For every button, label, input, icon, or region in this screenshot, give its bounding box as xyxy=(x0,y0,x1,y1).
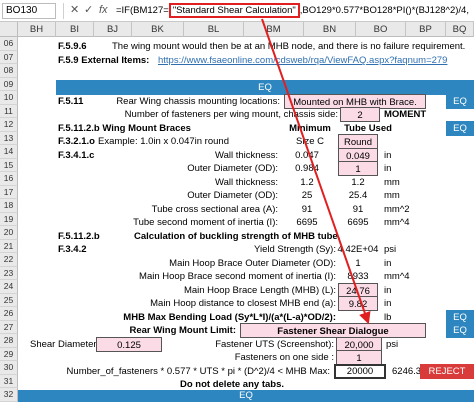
formula-input[interactable]: =IF(BM127= "Standard Shear Calculation" ,B… xyxy=(116,3,469,18)
row-header[interactable]: 27 xyxy=(0,320,18,334)
row-text: Yield Strength (Sy): xyxy=(253,244,336,255)
row-text: Outer Diameter (OD): xyxy=(187,190,278,201)
eq-flag: EQ xyxy=(446,121,474,136)
faq-link[interactable]: https://www.fsaeonline.com/cdsweb/rqa/Vi… xyxy=(158,53,447,68)
eq-flag: EQ xyxy=(446,323,474,338)
shear-diameter-input[interactable]: 0.125 xyxy=(96,337,162,352)
enter-icon[interactable]: ✓ xyxy=(84,4,93,17)
column-header[interactable]: BK xyxy=(132,22,184,37)
select-all-corner[interactable] xyxy=(0,22,18,37)
row-text: Number of fasteners per wing mount, chas… xyxy=(124,109,338,120)
row-label: Shear Diameter: xyxy=(30,339,100,350)
column-header[interactable]: BL xyxy=(184,22,244,37)
row-header[interactable]: 13 xyxy=(0,131,18,145)
row-header[interactable]: 32 xyxy=(0,388,18,402)
row-header[interactable]: 07 xyxy=(0,50,18,64)
column-header[interactable]: BO xyxy=(356,22,406,37)
row-header[interactable]: 28 xyxy=(0,334,18,348)
row-text: The wing mount would then be at an MHB n… xyxy=(112,41,466,52)
formula-bar: BO130 ✕ ✓ fx =IF(BM127= "Standard Shear C… xyxy=(0,0,474,22)
eq-flag: EQ xyxy=(446,94,474,109)
unit-label: mm xyxy=(384,190,400,201)
row-text: Rear Wing Mount Limit: xyxy=(129,325,236,336)
name-box[interactable]: BO130 xyxy=(2,3,56,19)
row-header[interactable]: 10 xyxy=(0,91,18,105)
minimum-value: Size C xyxy=(296,136,324,147)
unit-label: psi xyxy=(386,339,399,350)
row-header[interactable]: 19 xyxy=(0,212,18,226)
row-text: Main Hoop Brace second moment of inertia… xyxy=(139,271,336,282)
row-header[interactable]: 30 xyxy=(0,361,18,375)
column-header[interactable]: BQ xyxy=(446,22,474,37)
row-label: F.3.4.1.c xyxy=(58,150,95,161)
tube-used-value: 25.4 xyxy=(348,190,368,201)
column-header[interactable]: BM xyxy=(244,22,304,37)
row-header[interactable]: 31 xyxy=(0,374,18,388)
row-header[interactable]: 24 xyxy=(0,280,18,294)
value-cell: 8933 xyxy=(347,271,369,282)
row-header[interactable]: 09 xyxy=(0,77,18,91)
row-text: Fasteners on one side : xyxy=(234,352,334,363)
row-text: Outer Diameter (OD): xyxy=(187,163,278,174)
formula-prefix: =IF(BM127= xyxy=(116,5,169,16)
minimum-value: 6695 xyxy=(296,217,318,228)
formula-suffix: ,BO129*0.577*BO128*PI()*(BJ128^2)/4, xyxy=(299,5,469,16)
minimum-value: 25 xyxy=(301,190,313,201)
formula-highlight: "Standard Shear Calculation" xyxy=(168,3,300,18)
column-header[interactable]: BH xyxy=(18,22,56,37)
row-text: Main Hoop distance to closest MHB end (a… xyxy=(150,298,336,309)
tube-used-input[interactable]: 1 xyxy=(338,161,378,176)
column-header-bar: BH BI BJ BK BL BM BN BO BP BQ xyxy=(0,22,474,37)
column-header[interactable]: BN xyxy=(304,22,356,37)
reject-flag: REJECT xyxy=(420,364,474,379)
tube-used-input[interactable]: Round xyxy=(338,134,378,149)
row-label: F.5.9 External Items: xyxy=(58,55,150,66)
row-header[interactable]: 14 xyxy=(0,145,18,159)
column-header[interactable]: BI xyxy=(56,22,94,37)
row-header[interactable]: 08 xyxy=(0,64,18,78)
row-header[interactable]: 12 xyxy=(0,118,18,132)
mount-limit-select[interactable]: Fastener Shear Dialogue xyxy=(240,323,426,338)
row-header[interactable]: 16 xyxy=(0,172,18,186)
row-header[interactable]: 25 xyxy=(0,293,18,307)
fasteners-one-side-input[interactable]: 1 xyxy=(336,350,382,365)
row-label: F.3.4.2 xyxy=(58,244,87,255)
eq-banner: EQ xyxy=(18,390,474,402)
row-header[interactable]: 17 xyxy=(0,185,18,199)
unit-label: mm^4 xyxy=(384,271,410,282)
row-text: Example: 1.0in x 0.047in round xyxy=(98,136,229,147)
row-header[interactable]: 11 xyxy=(0,104,18,118)
cancel-icon[interactable]: ✕ xyxy=(70,4,79,17)
unit-label: in xyxy=(384,298,392,309)
row-header[interactable]: 20 xyxy=(0,226,18,240)
mhb-distance-input[interactable]: 9.82 xyxy=(338,296,378,311)
column-header[interactable]: BJ xyxy=(94,22,132,37)
row-label: F.5.9.6 xyxy=(58,41,87,52)
unit-label: mm^4 xyxy=(384,217,410,228)
row-header[interactable]: 21 xyxy=(0,239,18,253)
row-header[interactable]: 26 xyxy=(0,307,18,321)
row-text: Tube second moment of inertia (I): xyxy=(133,217,278,228)
selected-cell[interactable]: 20000 xyxy=(334,364,386,379)
unit-label: psi xyxy=(384,244,397,255)
value-cell: 4.42E+04 xyxy=(337,244,379,255)
row-header[interactable]: 18 xyxy=(0,199,18,213)
eq-banner: EQ xyxy=(56,80,474,95)
row-header[interactable]: 23 xyxy=(0,266,18,280)
column-header[interactable]: BP xyxy=(406,22,446,37)
unit-label: in xyxy=(384,163,392,174)
row-header[interactable]: 15 xyxy=(0,158,18,172)
formula-bar-separator xyxy=(63,3,64,19)
row-header[interactable]: 29 xyxy=(0,347,18,361)
row-label: F.3.2.1.o xyxy=(58,136,95,147)
minimum-value: 0.984 xyxy=(295,163,319,174)
row-header[interactable]: 22 xyxy=(0,253,18,267)
fx-icon[interactable]: fx xyxy=(99,4,108,17)
tube-used-value: 6695 xyxy=(347,217,369,228)
row-header[interactable]: 06 xyxy=(0,37,18,51)
fastener-count-input[interactable]: 2 xyxy=(340,107,380,122)
moment-label: MOMENT xyxy=(384,109,427,120)
